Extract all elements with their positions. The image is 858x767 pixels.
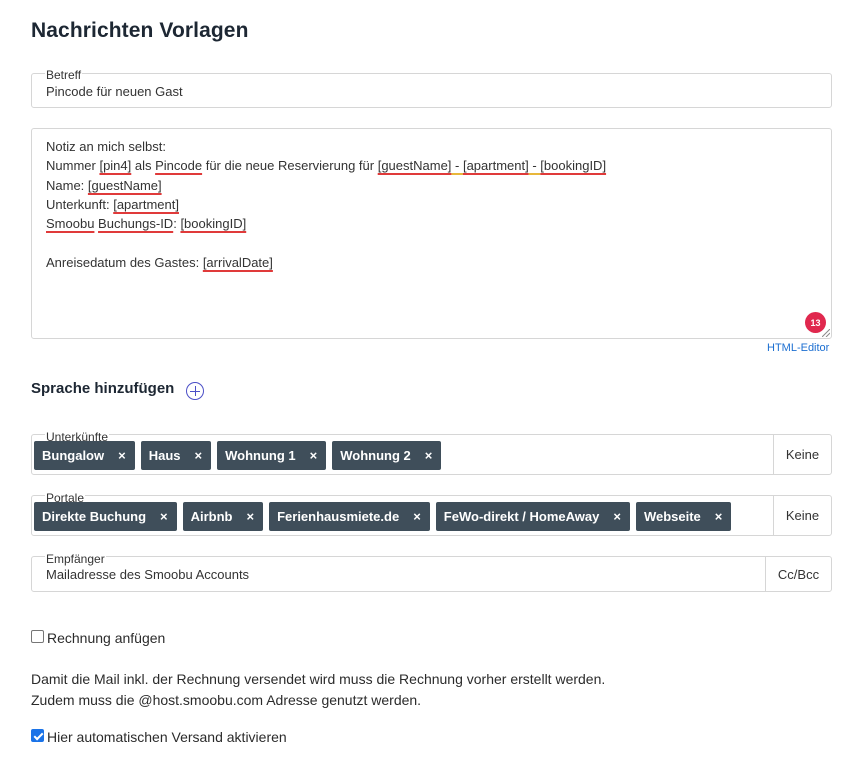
- subject-input[interactable]: Pincode für neuen Gast: [46, 84, 183, 99]
- portals-tags: Direkte Buchung × Airbnb × Ferienhausmiete.d…: [34, 502, 732, 531]
- tag-label: Direkte Buchung: [42, 509, 147, 524]
- recipient-field[interactable]: Empfänger Mailadresse des Smoobu Account…: [31, 552, 832, 592]
- portals-tag: Webseite ×: [635, 502, 732, 531]
- invoice-note-line-1: Damit die Mail inkl. der Rechnung versen…: [31, 671, 606, 687]
- subject-field[interactable]: Betreff Pincode für neuen Gast: [31, 69, 832, 108]
- portals-tag: FeWo-direkt / HomeAway ×: [435, 502, 630, 531]
- message-line-2: Nummer [pin4] als Pincode für die neue R…: [46, 158, 607, 173]
- spell-error: Smoobu: [46, 216, 95, 231]
- spell-warning: -: [451, 158, 463, 173]
- accommodations-none-button[interactable]: Keine: [773, 435, 831, 474]
- message-line-3: Name: [guestName]: [46, 178, 162, 193]
- spell-warning: -: [528, 158, 541, 173]
- auto-send-checkbox[interactable]: [31, 729, 44, 742]
- remove-tag-icon[interactable]: ×: [425, 448, 433, 463]
- remove-tag-icon[interactable]: ×: [247, 509, 255, 524]
- recipient-input[interactable]: Mailadresse des Smoobu Accounts: [46, 567, 249, 582]
- cc-bcc-button[interactable]: Cc/Bcc: [765, 557, 831, 591]
- remove-tag-icon[interactable]: ×: [118, 448, 126, 463]
- remove-tag-icon[interactable]: ×: [613, 509, 621, 524]
- portals-tag: Airbnb ×: [182, 502, 264, 531]
- spell-error: [arrivalDate]: [202, 255, 273, 270]
- message-line-4: Unterkunft: [apartment]: [46, 197, 179, 212]
- spell-error: [guestName]: [377, 158, 452, 173]
- message-line-5: Smoobu Buchungs-ID: [bookingID]: [46, 216, 247, 231]
- message-textarea[interactable]: Notiz an mich selbst: Nummer [pin4] als …: [31, 128, 832, 339]
- tag-label: Airbnb: [190, 509, 233, 524]
- tag-label: Bungalow: [42, 448, 105, 463]
- remove-tag-icon[interactable]: ×: [413, 509, 421, 524]
- accommodations-tags: Bungalow × Haus × Wohnung 1 × Wohnung 2 ×: [34, 441, 442, 470]
- tag-label: FeWo-direkt / HomeAway: [443, 509, 600, 524]
- message-line-1: Notiz an mich selbst:: [46, 139, 166, 154]
- html-editor-link[interactable]: HTML-Editor: [767, 342, 829, 354]
- invoice-checkbox[interactable]: [31, 630, 44, 643]
- spell-error: [apartment]: [113, 197, 179, 212]
- spell-error: [apartment]: [462, 158, 529, 173]
- remove-tag-icon[interactable]: ×: [715, 509, 723, 524]
- accommodations-field[interactable]: Unterkünfte Bungalow × Haus × Wohnung 1 × Wohn…: [31, 431, 832, 475]
- resize-handle-icon[interactable]: [822, 329, 830, 337]
- invoice-note-line-2: Zudem muss die @host.smoobu.com Adresse …: [31, 692, 422, 708]
- spell-error: Buchungs-ID: [98, 216, 174, 231]
- page-title: Nachrichten Vorlagen: [31, 19, 249, 42]
- portals-tag: Direkte Buchung ×: [34, 502, 177, 531]
- accommodations-tag: Wohnung 2 ×: [332, 441, 442, 470]
- spell-error: [guestName]: [87, 178, 162, 193]
- recipient-legend: Empfänger: [45, 552, 106, 566]
- tag-label: Wohnung 1: [225, 448, 296, 463]
- remove-tag-icon[interactable]: ×: [310, 448, 318, 463]
- add-language-plus-icon[interactable]: [186, 382, 204, 400]
- portals-tag: Ferienhausmiete.de ×: [269, 502, 430, 531]
- tag-label: Ferienhausmiete.de: [277, 509, 400, 524]
- accommodations-tag: Haus ×: [140, 441, 212, 470]
- tag-label: Webseite: [643, 509, 701, 524]
- accommodations-tag: Wohnung 1 ×: [217, 441, 327, 470]
- invoice-label[interactable]: Rechnung anfügen: [47, 630, 165, 646]
- tag-label: Haus: [148, 448, 181, 463]
- add-language-label: Sprache hinzufügen: [31, 380, 175, 397]
- remove-tag-icon[interactable]: ×: [195, 448, 203, 463]
- subject-legend: Betreff: [45, 68, 83, 82]
- accommodations-tag: Bungalow ×: [34, 441, 135, 470]
- spell-error: [bookingID]: [540, 158, 607, 173]
- remove-tag-icon[interactable]: ×: [160, 509, 168, 524]
- message-line-6: Anreisedatum des Gastes: [arrivalDate]: [46, 255, 273, 270]
- spell-error: [bookingID]: [180, 216, 247, 231]
- portals-none-button[interactable]: Keine: [773, 496, 831, 535]
- spell-error: Pincode: [155, 158, 203, 173]
- spell-error: [pin4]: [99, 158, 132, 173]
- portals-field[interactable]: Portale Direkte Buchung × Airbnb × Ferienhau…: [31, 492, 832, 536]
- auto-send-label[interactable]: Hier automatischen Versand aktivieren: [47, 729, 287, 745]
- tag-label: Wohnung 2: [340, 448, 411, 463]
